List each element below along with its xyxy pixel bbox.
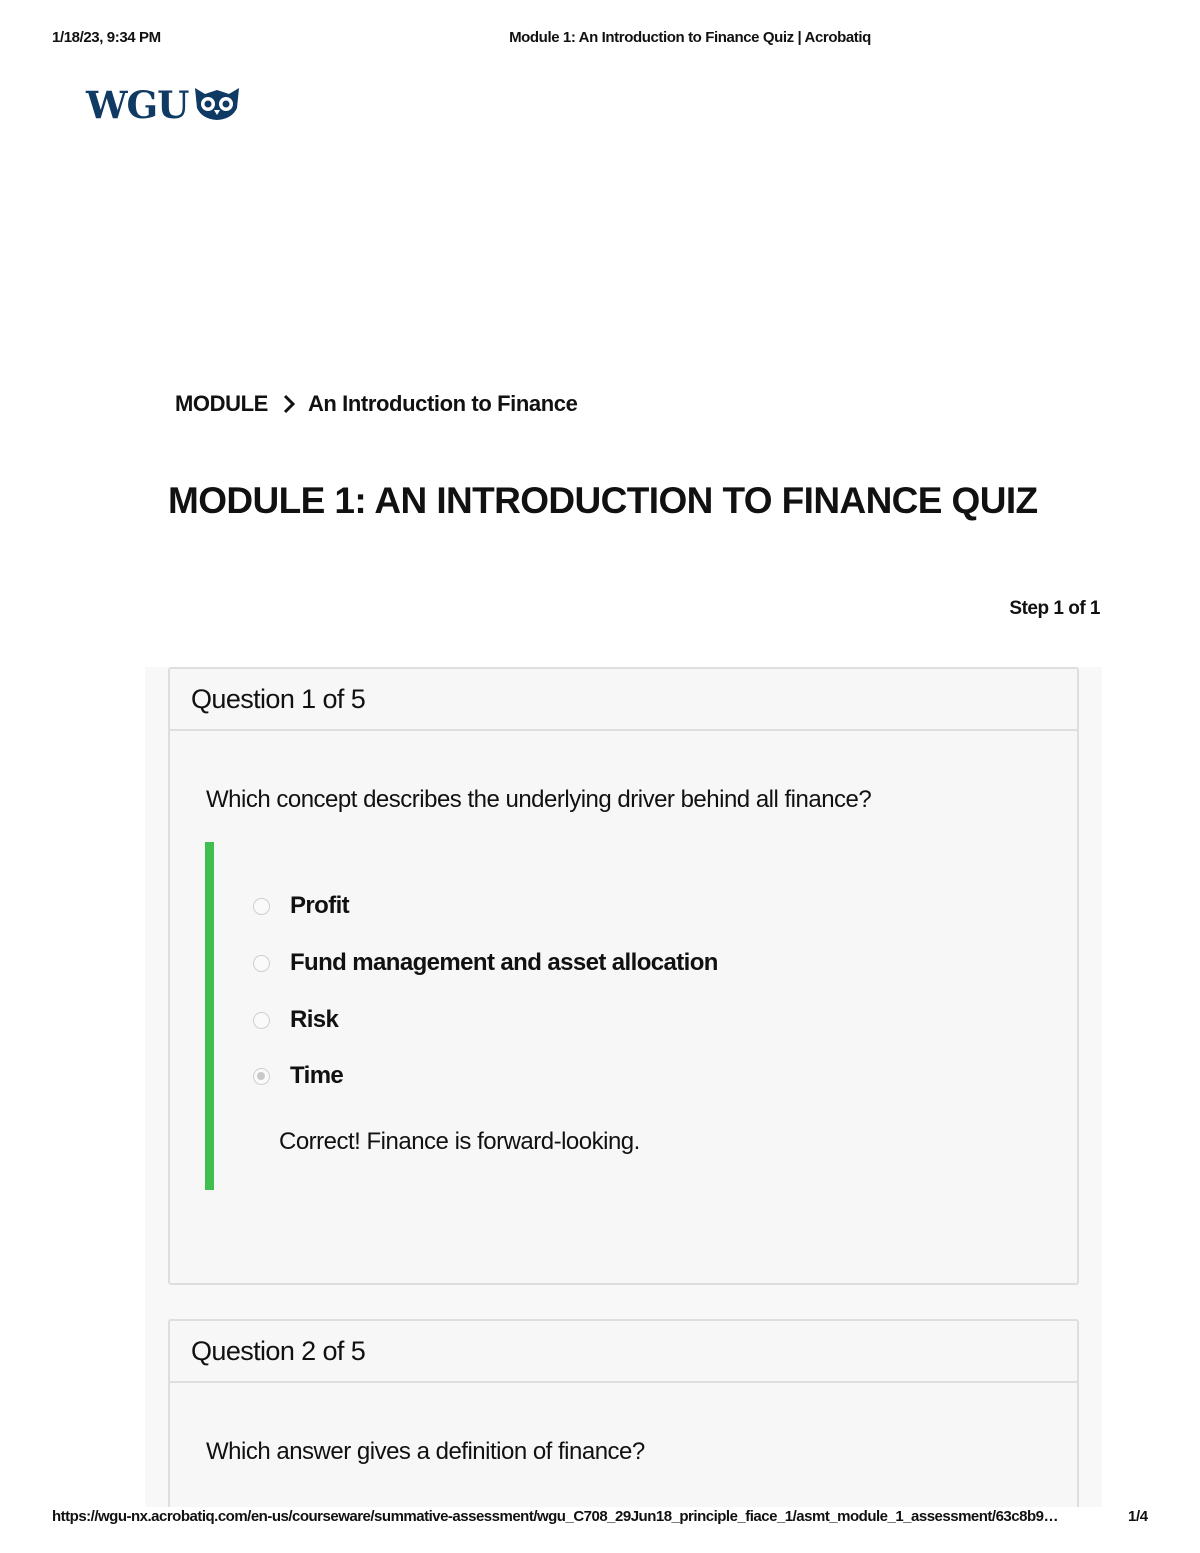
- chevron-right-icon: [282, 393, 296, 415]
- answer-block: Profit Fund management and asset allocat…: [205, 842, 1065, 1190]
- question-card-1: Question 1 of 5 Which concept describes …: [168, 667, 1079, 1285]
- option-fund-management[interactable]: Fund management and asset allocation: [253, 949, 718, 977]
- option-profit[interactable]: Profit: [253, 892, 350, 920]
- breadcrumb: MODULE An Introduction to Finance: [175, 391, 578, 417]
- quiz-area: Question 1 of 5 Which concept describes …: [145, 667, 1102, 1507]
- answer-feedback: Correct! Finance is forward-looking.: [279, 1128, 640, 1155]
- question-text: Which concept describes the underlying d…: [206, 786, 872, 813]
- logo-text: WGU: [86, 82, 189, 127]
- print-url: https://wgu-nx.acrobatiq.com/en-us/cours…: [52, 1508, 1058, 1525]
- radio-button[interactable]: [253, 954, 270, 972]
- radio-button[interactable]: [253, 1011, 270, 1029]
- question-text: Which answer gives a definition of finan…: [206, 1438, 645, 1465]
- breadcrumb-current[interactable]: An Introduction to Finance: [308, 391, 578, 417]
- correct-indicator-bar: [205, 842, 214, 1190]
- owl-icon: [192, 82, 242, 127]
- option-label: Risk: [290, 1006, 339, 1033]
- question-header: Question 2 of 5: [170, 1321, 1077, 1383]
- breadcrumb-root[interactable]: MODULE: [175, 391, 268, 417]
- page-title: MODULE 1: AN INTRODUCTION TO FINANCE QUI…: [168, 480, 1038, 521]
- step-indicator: Step 1 of 1: [1009, 598, 1100, 619]
- option-label: Time: [290, 1062, 344, 1089]
- print-document-title: Module 1: An Introduction to Finance Qui…: [509, 29, 871, 46]
- print-page-number: 1/4: [1128, 1508, 1148, 1525]
- question-header: Question 1 of 5: [170, 669, 1077, 731]
- radio-button-selected[interactable]: [253, 1067, 270, 1085]
- wgu-logo[interactable]: WGU: [86, 82, 242, 127]
- option-time[interactable]: Time: [253, 1062, 344, 1090]
- option-label: Profit: [290, 892, 350, 919]
- question-card-2: Question 2 of 5 Which answer gives a def…: [168, 1319, 1079, 1507]
- option-risk[interactable]: Risk: [253, 1006, 339, 1034]
- option-label: Fund management and asset allocation: [290, 949, 718, 976]
- radio-button[interactable]: [253, 897, 270, 915]
